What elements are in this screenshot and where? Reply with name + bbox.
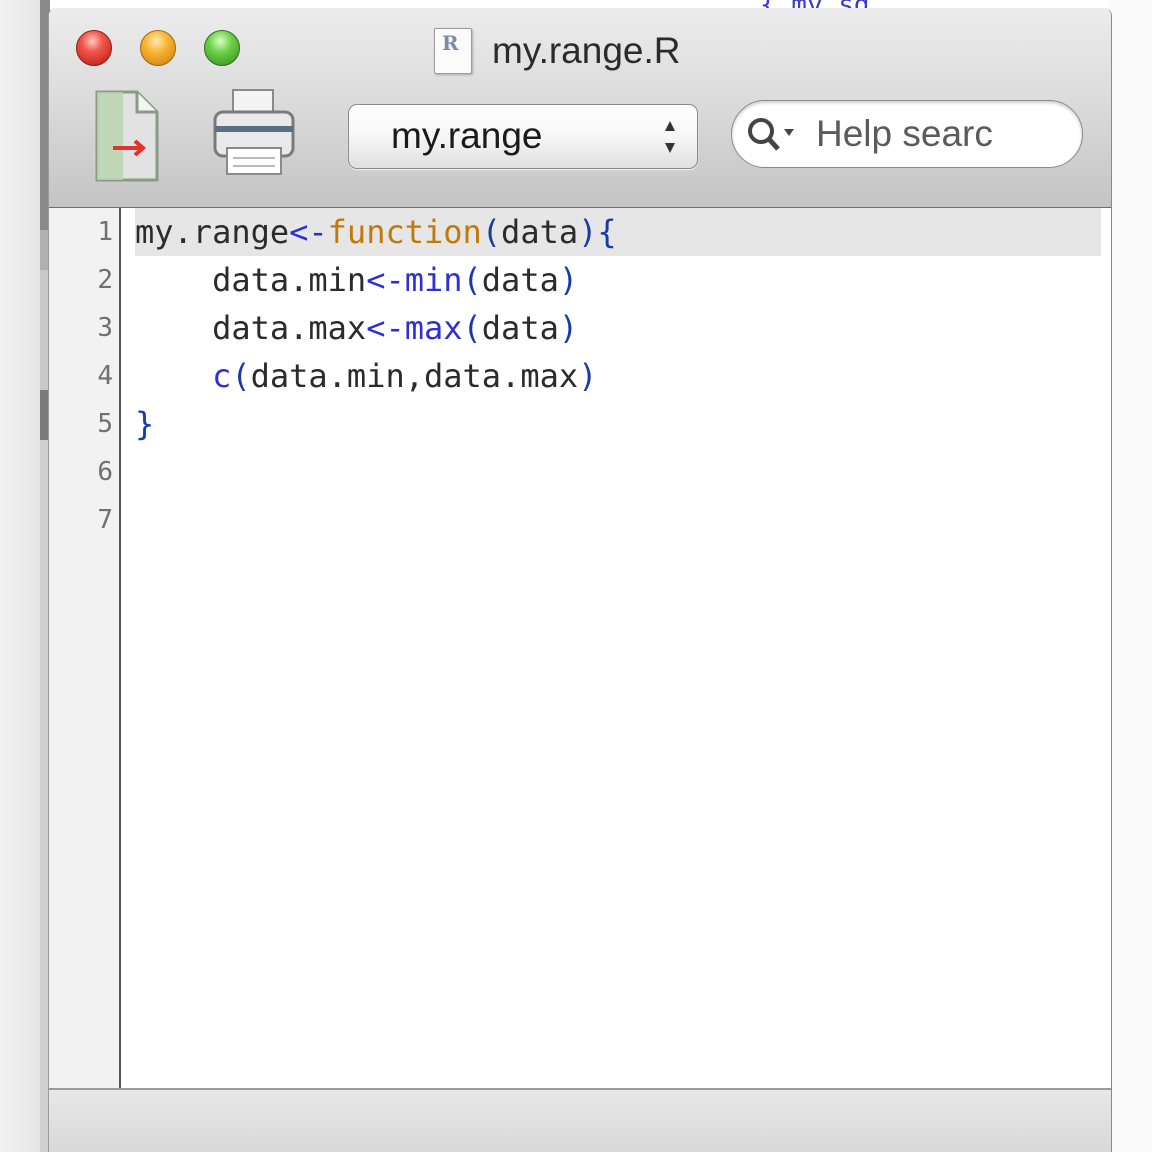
code-token: function [327,213,482,251]
minimize-button[interactable] [140,30,176,66]
code-token: ) [578,357,598,395]
zoom-button[interactable] [204,30,240,66]
line-number: 4 [97,361,113,391]
print-icon[interactable] [209,86,299,181]
status-bar [49,1088,1111,1152]
code-token: <- [289,213,328,251]
code-token: data [481,261,559,299]
background-window-right [1108,0,1152,1152]
toolbar: R my.range.R my.range [49,8,1111,208]
function-popup-label: my.range [391,115,543,156]
code-token: ) [558,309,579,347]
line-number: 2 [97,265,113,295]
code-token: ) [578,213,598,251]
code-token: <- [366,309,405,347]
source-icon[interactable] [93,86,163,186]
code-token: data [501,213,579,251]
code-token: max [404,309,463,347]
line-number: 6 [97,457,113,487]
line-number: 7 [97,505,113,535]
code-token: ) [558,261,579,299]
window-title-text: my.range.R [492,30,681,71]
line-number: 3 [97,313,113,343]
r-document-letter: R [442,31,459,55]
code-token: } [135,405,155,443]
code-token: data [481,309,559,347]
background-window-left [0,0,50,1152]
code-line: c(data.min,data.max) [135,352,597,400]
editor-window: R my.range.R my.range Help searc 1 2 3 4… [48,8,1112,1152]
line-number: 5 [97,409,113,439]
line-number-gutter: 1 2 3 4 5 6 7 [49,208,121,1088]
help-search-input[interactable] [816,110,1074,158]
code-line: } [135,400,154,448]
code-token: ( [462,309,482,347]
code-token: { [597,213,617,251]
code-token: ( [481,213,502,251]
code-token: my.range [135,213,290,251]
code-token: data.min,data.max [250,357,579,395]
up-down-arrows-icon [665,121,675,153]
code-token: min [404,261,463,299]
function-popup[interactable]: my.range [348,104,698,169]
search-icon [748,118,794,151]
code-line: data.max<-max(data) [135,304,578,352]
code-line: my.range<-function(data){ [135,208,617,256]
code-token: <- [366,261,405,299]
code-line: data.min<-min(data) [135,256,578,304]
window-title: R my.range.R [434,24,681,78]
help-search[interactable] [731,100,1083,168]
code-text-area[interactable]: my.range<-function(data){ data.min<-min(… [121,208,1111,1088]
code-token: ( [231,357,251,395]
code-token: data.min [212,261,367,299]
code-token: ( [462,261,482,299]
code-token: c [212,357,232,395]
code-token: data.max [212,309,367,347]
r-document-icon: R [434,28,472,74]
close-button[interactable] [76,30,112,66]
code-editor[interactable]: 1 2 3 4 5 6 7 my.range<-function(data){ … [49,208,1111,1088]
line-number: 1 [97,217,113,247]
